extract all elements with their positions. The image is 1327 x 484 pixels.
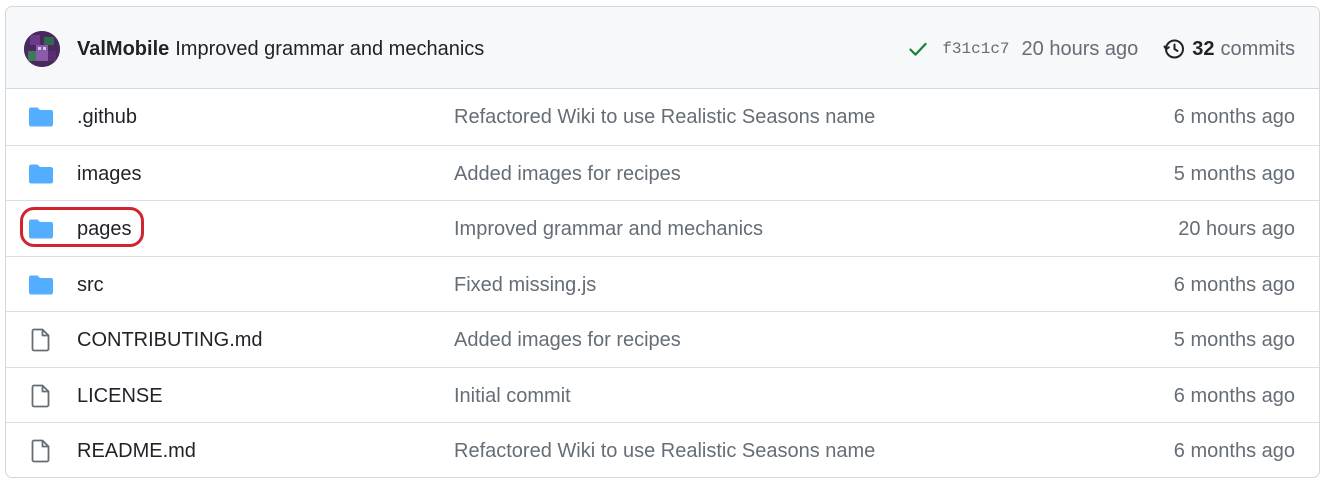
file-icon xyxy=(28,439,54,463)
check-icon xyxy=(909,42,927,56)
commit-count: 32 xyxy=(1192,37,1215,60)
file-commit-date: 6 months ago xyxy=(1173,273,1295,296)
commit-time: 20 hours ago xyxy=(1021,37,1139,60)
file-commit-date: 6 months ago xyxy=(1173,384,1295,407)
file-commit-date: 20 hours ago xyxy=(1178,218,1295,240)
commit-info: ValMobile Improved grammar and mechanics xyxy=(77,35,484,63)
file-commit-message[interactable]: Added images for recipes xyxy=(454,327,681,353)
file-icon xyxy=(28,384,54,408)
commit-sha[interactable]: f31c1c7 xyxy=(942,40,1009,58)
commit-author[interactable]: ValMobile xyxy=(77,38,169,60)
file-icon xyxy=(28,328,54,352)
file-commit-message[interactable]: Refactored Wiki to use Realistic Seasons… xyxy=(454,104,875,130)
file-row-contributing-md[interactable]: CONTRIBUTING.md Added images for recipes 5… xyxy=(6,311,1319,367)
file-commit-date: 5 months ago xyxy=(1173,162,1295,185)
file-name[interactable]: LICENSE xyxy=(77,383,163,409)
folder-icon xyxy=(28,105,54,129)
commits-label: commits xyxy=(1220,37,1295,60)
folder-icon xyxy=(28,217,54,241)
commit-meta: f31c1c7 20 hours ago 32 commits xyxy=(908,35,1295,63)
file-name[interactable]: src xyxy=(77,272,104,298)
file-commit-message[interactable]: Fixed missing.js xyxy=(454,272,596,298)
file-name[interactable]: CONTRIBUTING.md xyxy=(77,327,263,353)
file-name[interactable]: .github xyxy=(77,104,137,130)
folder-icon xyxy=(28,273,54,297)
file-commit-date: 6 months ago xyxy=(1173,440,1295,462)
avatar[interactable] xyxy=(24,31,60,67)
file-commit-message[interactable]: Initial commit xyxy=(454,383,571,409)
file-browser: ValMobile Improved grammar and mechanics … xyxy=(5,6,1320,478)
file-row-readme-md[interactable]: README.md Refactored Wiki to use Realisti… xyxy=(6,422,1319,477)
file-commit-message[interactable]: Refactored Wiki to use Realistic Seasons… xyxy=(454,438,875,464)
file-row-github[interactable]: .github Refactored Wiki to use Realistic … xyxy=(6,89,1319,145)
file-commit-message[interactable]: Added images for recipes xyxy=(454,161,681,187)
commits-history-link[interactable]: 32 commits xyxy=(1162,37,1295,61)
latest-commit-bar: ValMobile Improved grammar and mechanics … xyxy=(6,7,1319,89)
file-row-src[interactable]: src Fixed missing.js 6 months ago xyxy=(6,255,1319,312)
history-icon xyxy=(1163,39,1185,59)
file-row-pages[interactable]: pages Improved grammar and mechanics 20 ho… xyxy=(6,200,1319,256)
folder-icon xyxy=(28,162,54,186)
file-name[interactable]: README.md xyxy=(77,438,196,464)
file-row-images[interactable]: images Added images for recipes 5 months a… xyxy=(6,144,1319,201)
file-name[interactable]: pages xyxy=(77,216,132,242)
file-row-license[interactable]: LICENSE Initial commit 6 months ago xyxy=(6,366,1319,423)
file-commit-date: 5 months ago xyxy=(1173,329,1295,351)
file-name[interactable]: images xyxy=(77,161,141,187)
file-commit-date: 6 months ago xyxy=(1173,106,1295,128)
commit-message[interactable]: Improved grammar and mechanics xyxy=(175,38,484,60)
file-commit-message[interactable]: Improved grammar and mechanics xyxy=(454,216,763,242)
